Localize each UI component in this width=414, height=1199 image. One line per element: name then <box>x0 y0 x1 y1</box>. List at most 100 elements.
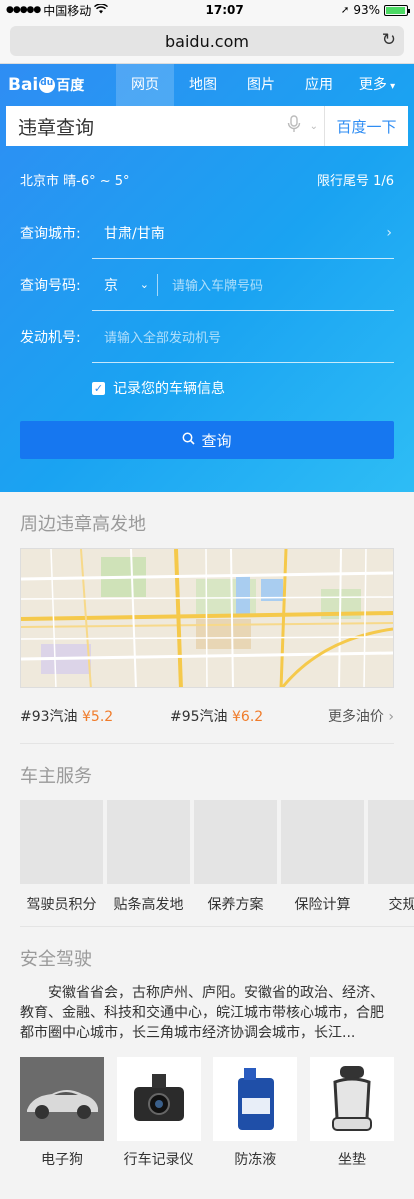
violation-map[interactable] <box>20 548 394 688</box>
engine-input[interactable]: 请输入全部发动机号 <box>92 311 394 363</box>
service-label: 驾驶员积分 <box>26 897 97 913</box>
browser-url-bar: baidu.com ↻ <box>0 20 414 64</box>
service-driver-points[interactable]: 驾驶员积分 <box>20 800 103 926</box>
checkbox-checked-icon[interactable]: ✓ <box>92 381 105 395</box>
top-nav: Bai百度 网页 地图 图片 应用 更多 <box>0 64 414 106</box>
services-scroller[interactable]: 驾驶员积分 贴条高发地 保养方案 保险计算 交规分 <box>20 800 414 927</box>
violation-query-form: 查询城市: 甘肃/甘南 › 查询号码: 京 ⌄ 请输入车牌号码 发动机号: 请输… <box>0 189 414 413</box>
safety-article[interactable]: 安徽省省会，古称庐州、庐阳。安徽省的政治、经济、教育、金融、科技和交通中心，皖江… <box>20 983 394 1057</box>
query-button-label: 查询 <box>201 431 232 450</box>
service-maintenance[interactable]: 保养方案 <box>194 800 277 926</box>
nav-item-web[interactable]: 网页 <box>116 64 174 106</box>
service-tile-image <box>20 800 103 884</box>
product-seat-cushion[interactable]: 坐垫 <box>309 1057 394 1169</box>
city-value: 甘肃/甘南 <box>104 225 165 242</box>
plate-row: 查询号码: 京 ⌄ 请输入车牌号码 <box>20 259 394 311</box>
plate-input[interactable]: 请输入车牌号码 <box>172 275 263 294</box>
url-field[interactable]: baidu.com ↻ <box>10 26 404 56</box>
car-image <box>20 1057 104 1141</box>
service-label: 贴条高发地 <box>113 897 184 913</box>
product-antifreeze[interactable]: 防冻液 <box>213 1057 298 1169</box>
nav-item-more[interactable]: 更多 <box>348 64 406 106</box>
battery-fill <box>385 6 405 14</box>
remember-label: 记录您的车辆信息 <box>113 381 225 397</box>
reload-icon[interactable]: ↻ <box>382 30 396 50</box>
chevron-down-icon: ⌄ <box>139 278 149 291</box>
plate-field: 京 ⌄ 请输入车牌号码 <box>92 259 394 311</box>
safety-title: 安全驾驶 <box>20 949 92 970</box>
paw-icon <box>39 77 56 93</box>
status-bar: ●●●●● 中国移动 17:07 ➚ 93% <box>0 0 414 20</box>
search-input[interactable] <box>6 115 278 137</box>
product-label: 电子狗 <box>41 1152 83 1168</box>
restriction-text: 限行尾号 1/6 <box>316 174 394 189</box>
url-text: baidu.com <box>165 31 249 51</box>
chevron-right-icon: › <box>388 708 394 725</box>
service-tile-image <box>281 800 364 884</box>
baidu-logo[interactable]: Bai百度 <box>0 75 116 95</box>
city-row: 查询城市: 甘肃/甘南 › <box>20 207 394 259</box>
service-insurance[interactable]: 保险计算 <box>281 800 364 926</box>
microphone-icon[interactable] <box>278 115 310 137</box>
oil-95: #95汽油 ¥6.2 <box>170 706 320 726</box>
service-label: 保险计算 <box>294 897 351 913</box>
search-bar: ⌄ 百度一下 <box>6 106 408 146</box>
plate-label: 查询号码: <box>20 278 81 294</box>
service-ticket-hotspots[interactable]: 贴条高发地 <box>107 800 190 926</box>
nav-item-map[interactable]: 地图 <box>174 64 232 106</box>
product-list: 电子狗 行车记录仪 防冻液 坐垫 <box>20 1057 394 1169</box>
violation-hotspots-section: 周边违章高发地 #93汽油 ¥5.2 #95汽油 ¥6.2 更多油价 › <box>0 492 414 744</box>
remember-checkbox-row[interactable]: ✓ 记录您的车辆信息 <box>20 363 394 413</box>
status-right: ➚ 93% <box>340 3 410 17</box>
city-select[interactable]: 甘肃/甘南 › <box>92 207 394 259</box>
service-tile-image <box>368 800 414 884</box>
province-select[interactable]: 京 ⌄ <box>104 273 158 296</box>
service-tile-image <box>194 800 277 884</box>
battery-percent: 93% <box>353 3 380 17</box>
oil-price-row: #93汽油 ¥5.2 #95汽油 ¥6.2 更多油价 › <box>20 688 394 744</box>
hotspots-title: 周边违章高发地 <box>20 514 146 535</box>
more-oil-prices-link[interactable]: 更多油价 › <box>328 706 394 726</box>
engine-row: 发动机号: 请输入全部发动机号 <box>20 311 394 363</box>
service-tile-image <box>107 800 190 884</box>
services-list: 驾驶员积分 贴条高发地 保养方案 保险计算 交规分 <box>20 800 414 926</box>
more-oil-label: 更多油价 <box>327 708 384 725</box>
city-label: 查询城市: <box>20 226 81 242</box>
product-dashcam[interactable]: 行车记录仪 <box>116 1057 201 1169</box>
oil-95-name: #95汽油 <box>170 708 228 725</box>
safe-driving-section: 安全驾驶 安徽省省会，古称庐州、庐阳。安徽省的政治、经济、教育、金融、科技和交通… <box>0 927 414 1169</box>
dashcam-image <box>116 1057 201 1141</box>
carrier-label: 中国移动 <box>43 3 92 18</box>
search-button[interactable]: 百度一下 <box>324 106 408 146</box>
services-title: 车主服务 <box>20 766 92 787</box>
signal-icon: ●●●●● <box>6 5 41 15</box>
oil-95-price: ¥6.2 <box>232 708 264 725</box>
product-radar-detector[interactable]: 电子狗 <box>20 1057 104 1169</box>
chevron-right-icon: › <box>386 224 392 241</box>
time-label: 17:07 <box>205 3 244 17</box>
vehicle-violation-panel: Bai百度 网页 地图 图片 应用 更多 ⌄ 百度一下 北京市 晴-6° ~ 5… <box>0 64 414 492</box>
service-label: 交规分 <box>388 897 414 913</box>
oil-93-name: #93汽油 <box>20 708 78 725</box>
mic-chevron-icon[interactable]: ⌄ <box>310 121 318 132</box>
nav-item-images[interactable]: 图片 <box>232 64 290 106</box>
oil-93-price: ¥5.2 <box>82 708 114 725</box>
province-value: 京 <box>104 277 118 294</box>
weather-text: 北京市 晴-6° ~ 5° <box>20 174 130 189</box>
service-traffic-rules[interactable]: 交规分 <box>368 800 414 926</box>
nav-item-apps[interactable]: 应用 <box>290 64 348 106</box>
weather-row: 北京市 晴-6° ~ 5° 限行尾号 1/6 <box>0 146 414 189</box>
seat-cushion-image <box>309 1057 394 1141</box>
engine-label: 发动机号: <box>20 330 81 346</box>
wifi-icon <box>94 3 109 17</box>
product-label: 行车记录仪 <box>123 1152 194 1168</box>
oil-93: #93汽油 ¥5.2 <box>20 706 170 726</box>
owner-services-section: 车主服务 驾驶员积分 贴条高发地 保养方案 保险计算 交规分 <box>0 744 414 927</box>
query-button[interactable]: 查询 <box>20 421 394 459</box>
location-icon: ➚ <box>340 4 350 16</box>
status-left: ●●●●● 中国移动 <box>6 2 109 19</box>
service-label: 保养方案 <box>207 897 264 913</box>
product-label: 坐垫 <box>337 1152 366 1168</box>
battery-icon <box>383 4 410 16</box>
engine-placeholder: 请输入全部发动机号 <box>104 331 222 346</box>
